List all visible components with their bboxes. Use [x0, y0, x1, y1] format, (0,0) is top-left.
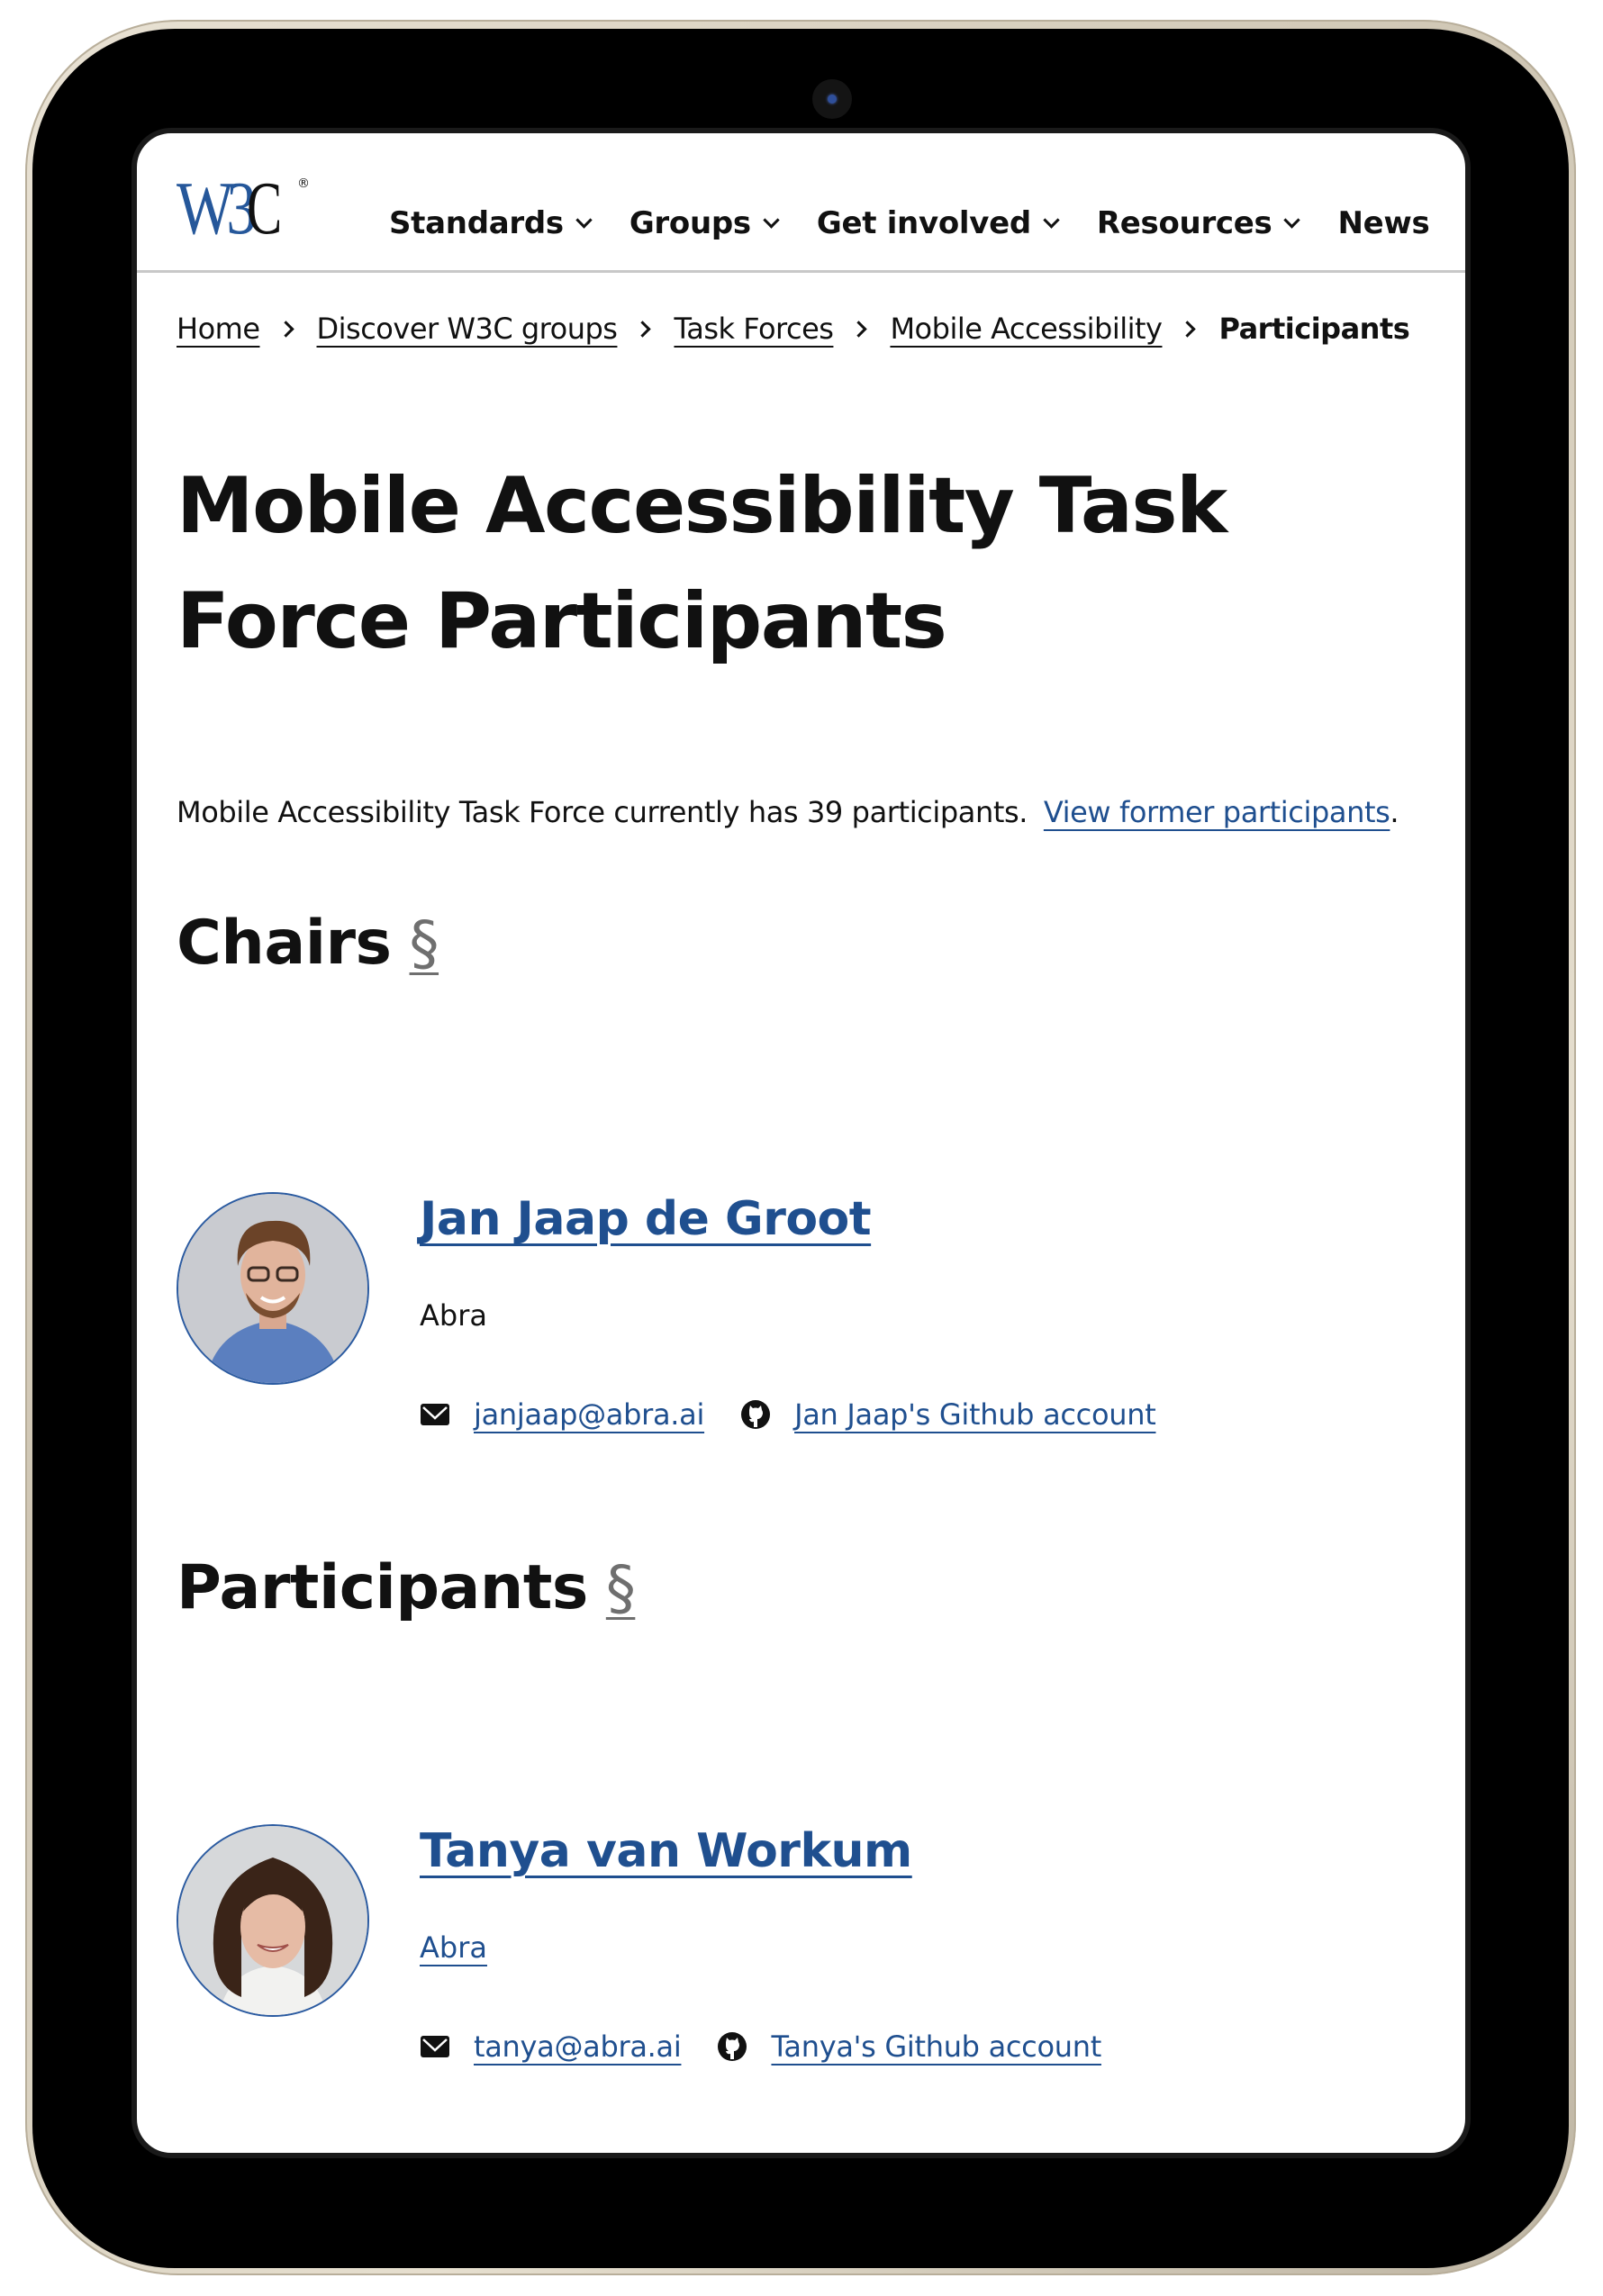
chevron-right-icon [276, 320, 294, 338]
chair-contacts: janjaap@abra.ai Jan Jaap's Github accoun… [420, 1397, 1191, 1432]
participant-card: Tanya van Workum Abra tanya@abra.ai Tany… [177, 1824, 1437, 2094]
chairs-heading: Chairs § [177, 908, 439, 979]
person-photo-icon [178, 1194, 367, 1383]
chevron-right-icon [634, 320, 652, 338]
chevron-right-icon [850, 320, 868, 338]
participant-contacts: tanya@abra.ai Tanya's Github account [420, 2029, 1137, 2064]
summary-end: . [1390, 795, 1399, 829]
chevron-down-icon [763, 211, 780, 229]
github-contact: Jan Jaap's Github account [740, 1397, 1156, 1432]
nav-label: Get involved [816, 205, 1031, 241]
chevron-right-icon [1179, 320, 1197, 338]
person-photo-icon [178, 1826, 367, 2015]
breadcrumb: Home Discover W3C groups Task Forces Mob… [177, 312, 1410, 346]
chair-card: Jan Jaap de Groot Abra janjaap@abra.ai J… [177, 1192, 1437, 1462]
web-page: W3 C ® Standards Groups Get involved Res… [137, 133, 1465, 2153]
github-icon [741, 1400, 771, 1429]
chair-organization: Abra [420, 1298, 487, 1333]
page-title: Mobile Accessibility Task Force Particip… [177, 461, 1227, 666]
nav-news[interactable]: News [1337, 205, 1429, 241]
breadcrumb-current: Participants [1218, 312, 1410, 346]
nav-get-involved[interactable]: Get involved [816, 205, 1060, 241]
nav-label: Groups [629, 205, 751, 241]
envelope-icon [421, 2036, 449, 2057]
github-link[interactable]: Jan Jaap's Github account [789, 1397, 1156, 1432]
avatar [177, 1192, 369, 1385]
main-nav: Standards Groups Get involved Resources … [389, 205, 1465, 241]
participants-anchor-link[interactable]: § [606, 1553, 636, 1623]
chairs-heading-text: Chairs [177, 908, 392, 979]
email-link[interactable]: janjaap@abra.ai [468, 1397, 704, 1432]
participants-heading-text: Participants [177, 1552, 588, 1623]
camera-icon [812, 79, 852, 119]
email-contact: janjaap@abra.ai [420, 1397, 704, 1432]
nav-standards[interactable]: Standards [389, 205, 593, 241]
screen: W3 C ® Standards Groups Get involved Res… [131, 128, 1471, 2158]
nav-label: News [1337, 205, 1430, 241]
w3c-logo[interactable]: W3 C ® [177, 167, 310, 250]
chairs-anchor-link[interactable]: § [410, 908, 439, 978]
summary-text: Mobile Accessibility Task Force currentl… [177, 795, 1028, 829]
chevron-down-icon [575, 211, 593, 229]
chair-name-link[interactable]: Jan Jaap de Groot [420, 1192, 872, 1246]
site-header: W3 C ® Standards Groups Get involved Res… [137, 133, 1465, 273]
email-contact: tanya@abra.ai [420, 2029, 682, 2064]
github-contact: Tanya's Github account [717, 2029, 1101, 2064]
avatar [177, 1824, 369, 2017]
nav-label: Resources [1096, 205, 1272, 241]
breadcrumb-task-forces[interactable]: Task Forces [674, 312, 833, 346]
participants-heading: Participants § [177, 1552, 636, 1623]
logo-c: C [247, 167, 283, 250]
participant-name-link[interactable]: Tanya van Workum [420, 1824, 912, 1878]
email-link[interactable]: tanya@abra.ai [468, 2029, 682, 2064]
breadcrumb-home[interactable]: Home [177, 312, 260, 346]
chevron-down-icon [1043, 211, 1060, 229]
registered-mark: ® [297, 176, 310, 191]
participant-organization-link[interactable]: Abra [420, 1930, 487, 1965]
participants-summary: Mobile Accessibility Task Force currentl… [177, 795, 1399, 829]
breadcrumb-mobile-accessibility[interactable]: Mobile Accessibility [890, 312, 1163, 346]
github-link[interactable]: Tanya's Github account [765, 2029, 1101, 2064]
breadcrumb-discover-groups[interactable]: Discover W3C groups [317, 312, 618, 346]
view-former-participants-link[interactable]: View former participants [1044, 795, 1390, 829]
nav-label: Standards [389, 205, 564, 241]
chevron-down-icon [1283, 211, 1301, 229]
logo-w3: W3 [177, 167, 257, 250]
envelope-icon [421, 1404, 449, 1425]
nav-groups[interactable]: Groups [629, 205, 780, 241]
github-icon [718, 2032, 747, 2061]
nav-resources[interactable]: Resources [1096, 205, 1301, 241]
